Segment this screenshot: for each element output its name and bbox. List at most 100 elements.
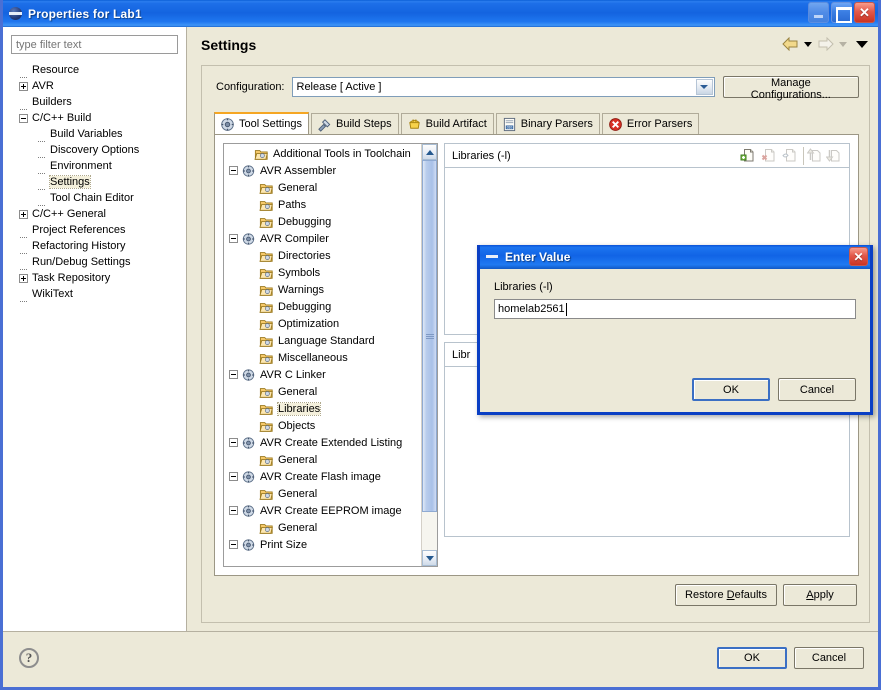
collapse-icon[interactable] <box>229 506 238 515</box>
sidebar-item-avr[interactable]: AVR <box>3 78 186 94</box>
collapse-icon[interactable] <box>229 438 238 447</box>
eclipse-icon <box>486 250 500 264</box>
tool-tree-item-paths[interactable]: Paths <box>224 196 421 213</box>
sidebar-item-c-c-build[interactable]: C/C++ Build <box>3 110 186 126</box>
filter-input[interactable] <box>11 35 178 54</box>
add-icon[interactable] <box>738 147 757 165</box>
expand-icon[interactable] <box>19 82 28 91</box>
collapse-icon[interactable] <box>229 540 238 549</box>
folder-icon <box>259 487 274 501</box>
expand-icon[interactable] <box>19 210 28 219</box>
manage-configurations-button[interactable]: Manage Configurations... <box>723 76 859 98</box>
tool-tree-item-miscellaneous[interactable]: Miscellaneous <box>224 349 421 366</box>
move-down-icon <box>824 147 843 165</box>
help-icon[interactable]: ? <box>19 648 39 668</box>
configuration-select[interactable]: Release [ Active ] <box>292 77 715 97</box>
tab-tool-settings[interactable]: Tool Settings <box>214 112 309 134</box>
ok-button[interactable]: OK <box>717 647 787 669</box>
settings-tree[interactable]: ResourceAVR Builders C/C++ BuildBuild Vari… <box>3 60 186 631</box>
tool-tree-item-avr-create-flash-image[interactable]: AVR Create Flash image <box>224 468 421 485</box>
tool-tree-item-warnings[interactable]: Warnings <box>224 281 421 298</box>
chevron-down-icon[interactable] <box>696 79 713 95</box>
scroll-up-arrow-icon[interactable] <box>422 144 437 160</box>
scrollbar-thumb[interactable] <box>422 160 437 512</box>
view-menu-chevron-down-icon[interactable] <box>856 41 868 48</box>
sidebar-item-settings[interactable]: Settings <box>3 174 186 190</box>
expand-icon[interactable] <box>19 274 28 283</box>
apply-button[interactable]: Apply <box>783 584 857 606</box>
tool-tree-item-avr-compiler[interactable]: AVR Compiler <box>224 230 421 247</box>
tool-tree-item-avr-create-eeprom-image[interactable]: AVR Create EEPROM image <box>224 502 421 519</box>
tool-tree-item-general[interactable]: General <box>224 383 421 400</box>
tool-icon <box>241 436 256 450</box>
libraries-toolbar <box>738 147 847 165</box>
sidebar-item-task-repository[interactable]: Task Repository <box>3 270 186 286</box>
sidebar-item-environment[interactable]: Environment <box>3 158 186 174</box>
restore-defaults-button[interactable]: Restore Defaults <box>675 584 777 606</box>
tool-tree[interactable]: Additional Tools in ToolchainAVR Assembl… <box>224 144 421 566</box>
collapse-icon[interactable] <box>229 166 238 175</box>
maximize-button[interactable] <box>831 2 852 23</box>
navigation-history-controls <box>782 37 868 51</box>
cancel-button[interactable]: Cancel <box>794 647 864 669</box>
dialog-ok-button[interactable]: OK <box>692 378 770 401</box>
sidebar-item-c-c-general[interactable]: C/C++ General <box>3 206 186 222</box>
tab-build-artifact[interactable]: Build Artifact <box>401 113 494 134</box>
tool-tree-item-debugging[interactable]: Debugging <box>224 213 421 230</box>
tool-tree-item-debugging[interactable]: Debugging <box>224 298 421 315</box>
tool-icon <box>241 470 256 484</box>
dialog-close-button[interactable]: ✕ <box>849 247 868 266</box>
tab-build-steps[interactable]: Build Steps <box>311 113 399 134</box>
tool-tree-item-avr-create-extended-listing[interactable]: AVR Create Extended Listing <box>224 434 421 451</box>
tab-error-parsers[interactable]: Error Parsers <box>602 113 699 134</box>
back-history-chevron-down-icon[interactable] <box>804 42 812 47</box>
sidebar-item-project-references[interactable]: Project References <box>3 222 186 238</box>
sidebar-item-label: Tool Chain Editor <box>50 192 134 204</box>
tool-tree-item-libraries[interactable]: Libraries <box>224 400 421 417</box>
sidebar-item-builders[interactable]: Builders <box>3 94 186 110</box>
tool-tree-item-directories[interactable]: Directories <box>224 247 421 264</box>
apply-label: Apply <box>806 589 834 601</box>
tool-tree-item-language-standard[interactable]: Language Standard <box>224 332 421 349</box>
scroll-down-arrow-icon[interactable] <box>422 550 437 566</box>
tool-tree-item-optimization[interactable]: Optimization <box>224 315 421 332</box>
sidebar-item-tool-chain-editor[interactable]: Tool Chain Editor <box>3 190 186 206</box>
tool-tree-item-general[interactable]: General <box>224 451 421 468</box>
sidebar-item-resource[interactable]: Resource <box>3 62 186 78</box>
tool-tree-scrollbar[interactable] <box>421 144 437 566</box>
grip-icon <box>426 333 434 340</box>
tool-tree-item-avr-assembler[interactable]: AVR Assembler <box>224 162 421 179</box>
sidebar-item-discovery-options[interactable]: Discovery Options <box>3 142 186 158</box>
tab-binary-parsers[interactable]: 010Binary Parsers <box>496 113 600 134</box>
tool-tree-item-objects[interactable]: Objects <box>224 417 421 434</box>
tool-tree-item-general[interactable]: General <box>224 485 421 502</box>
forward-history-chevron-down-icon <box>839 42 847 47</box>
collapse-icon[interactable] <box>229 370 238 379</box>
text-caret <box>566 303 567 316</box>
tool-tree-item-additional-tools-in-toolchain[interactable]: Additional Tools in Toolchain <box>224 145 421 162</box>
sidebar-item-build-variables[interactable]: Build Variables <box>3 126 186 142</box>
dialog-cancel-button[interactable]: Cancel <box>778 378 856 401</box>
tool-tree-item-label: Debugging <box>278 216 331 228</box>
collapse-icon[interactable] <box>19 114 28 123</box>
tool-tree-item-general[interactable]: General <box>224 519 421 536</box>
back-arrow-icon[interactable] <box>782 37 799 51</box>
minimize-button[interactable] <box>808 2 829 23</box>
tool-tree-item-symbols[interactable]: Symbols <box>224 264 421 281</box>
enter-value-titlebar: Enter Value ✕ <box>480 245 870 269</box>
sidebar-item-refactoring-history[interactable]: Refactoring History <box>3 238 186 254</box>
folder-icon <box>259 453 274 467</box>
sidebar-item-run-debug-settings[interactable]: Run/Debug Settings <box>3 254 186 270</box>
tool-tree-item-avr-c-linker[interactable]: AVR C Linker <box>224 366 421 383</box>
tool-tree-item-general[interactable]: General <box>224 179 421 196</box>
tool-tree-item-print-size[interactable]: Print Size <box>224 536 421 553</box>
forward-arrow-icon <box>817 37 834 51</box>
sidebar-item-label: Builders <box>32 96 72 108</box>
collapse-icon[interactable] <box>229 472 238 481</box>
scrollbar-track[interactable] <box>422 160 437 550</box>
close-button[interactable]: ✕ <box>854 2 875 23</box>
configuration-row: Configuration: Release [ Active ] Manage… <box>212 76 859 98</box>
sidebar-item-wikitext[interactable]: WikiText <box>3 286 186 302</box>
enter-value-input[interactable]: homelab2561 <box>494 299 856 319</box>
collapse-icon[interactable] <box>229 234 238 243</box>
